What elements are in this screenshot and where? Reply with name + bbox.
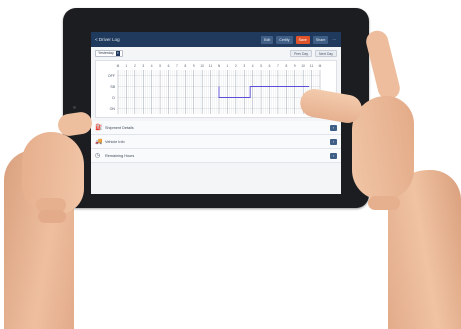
right-finger [368,196,400,210]
x-tick-label: 7 [176,64,178,68]
x-tick-label: 9 [193,64,195,68]
page-title: < Driver Log [95,37,120,42]
x-tick-label: 10 [200,64,204,68]
x-tick-label: 11 [310,64,314,68]
x-tick-label: 10 [301,64,305,68]
more-icon[interactable]: ⋯ [331,36,337,44]
top-nav-bar: < Driver Log Edit Certify Save Share ⋯ [91,32,341,47]
x-tick-label: M [117,64,120,68]
chevron-down-icon: ▾ [115,51,120,56]
x-tick-label: 8 [285,64,287,68]
camera-dot [73,106,76,109]
fuel-icon: ⛽ [95,124,103,131]
next-day-button[interactable]: Next Day [315,50,337,57]
date-select[interactable]: Yesterday ▾ [95,50,123,57]
x-tick-label: 9 [294,64,296,68]
x-tick-label: 11 [209,64,213,68]
clock-icon: ◷ [95,152,101,159]
list-item-label: Remaining Hours [105,153,135,158]
x-tick-label: M [319,64,322,68]
date-select-value: Yesterday [98,51,114,55]
x-tick-label: 4 [252,64,254,68]
save-button[interactable]: Save [295,35,310,44]
certify-button[interactable]: Certify [276,35,293,44]
x-tick-label: 8 [184,64,186,68]
detail-rows: ⛽ Shipment Details › 🚚 Vehicle Info › ◷ … [91,121,341,163]
x-tick-label: 3 [243,64,245,68]
x-tick-label: 5 [260,64,262,68]
x-tick-label: 1 [126,64,128,68]
expand-button[interactable]: › [330,124,337,131]
right-finger [363,28,403,102]
row-label: ON [110,107,116,111]
x-tick-label: 2 [235,64,237,68]
truck-icon: 🚚 [95,138,103,145]
x-tick-label: 3 [142,64,144,68]
x-tick-label: 2 [134,64,136,68]
x-tick-label: N [218,64,221,68]
list-item[interactable]: ⛽ Shipment Details › [91,121,341,135]
x-tick-label: 5 [159,64,161,68]
log-toolbar: Yesterday ▾ Prev Day Next Day [91,47,341,60]
x-tick-label: 1 [227,64,229,68]
share-button[interactable]: Share [312,35,329,44]
expand-button[interactable]: › [330,152,337,159]
left-finger [38,210,66,223]
duty-status-line [218,86,310,98]
edit-button[interactable]: Edit [261,35,274,44]
x-tick-label: 7 [277,64,279,68]
expand-button[interactable]: › [330,138,337,145]
prev-day-button[interactable]: Prev Day [290,50,313,57]
list-item[interactable]: ◷ Remaining Hours › [91,149,341,163]
row-label: OFF [108,74,116,78]
x-tick-label: 6 [168,64,170,68]
list-item-label: Shipment Details [105,125,134,130]
row-label: SB [110,85,115,89]
row-label: D [112,96,115,100]
list-item[interactable]: 🚚 Vehicle Info › [91,135,341,149]
list-item-label: Vehicle Info [105,139,125,144]
x-tick-label: 4 [151,64,153,68]
x-tick-label: 6 [269,64,271,68]
